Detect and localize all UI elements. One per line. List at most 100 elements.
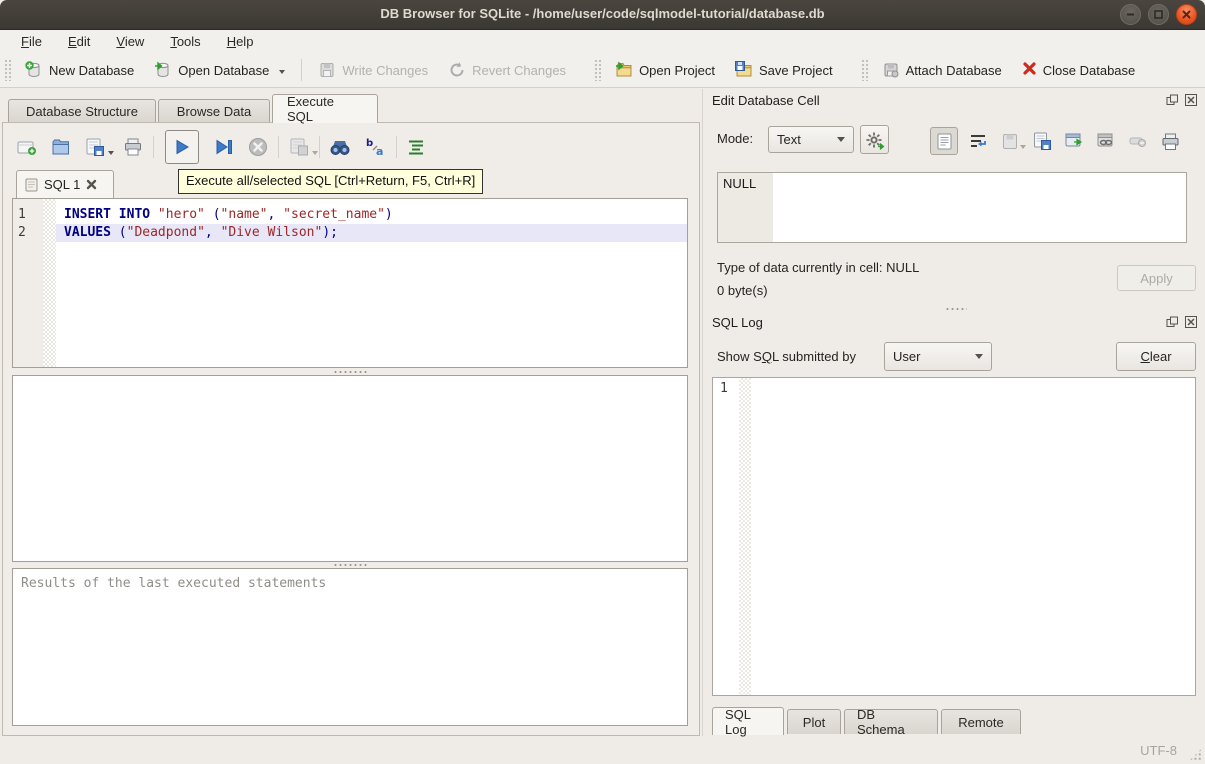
toolbar-grip[interactable] <box>594 59 601 81</box>
menu-view[interactable]: View <box>105 32 155 51</box>
gear-icon <box>866 131 884 149</box>
set-null-icon <box>1129 135 1147 147</box>
sql-log-view[interactable]: 1 <box>712 377 1196 696</box>
tab-plot[interactable]: Plot <box>787 709 841 734</box>
close-dock-icon[interactable] <box>1185 94 1197 106</box>
close-icon <box>1181 9 1192 20</box>
log-fold-margin <box>739 378 751 695</box>
print-cell-button[interactable] <box>1158 129 1182 153</box>
save-sql-dropdown-caret[interactable] <box>108 151 114 155</box>
chevron-down-icon <box>975 354 983 359</box>
revert-changes-button: Revert Changes <box>438 57 576 83</box>
apply-button: Apply <box>1117 265 1196 291</box>
menu-tools[interactable]: Tools <box>159 32 211 51</box>
close-dock-icon[interactable] <box>1185 316 1197 328</box>
new-database-button[interactable]: New Database <box>15 57 144 83</box>
save-sql-file-button[interactable] <box>82 134 108 160</box>
execute-current-line-button[interactable] <box>211 134 237 160</box>
tab-db-schema[interactable]: DB Schema <box>844 709 938 734</box>
minimize-icon <box>1125 9 1136 20</box>
set-null-button <box>1126 129 1150 153</box>
clear-log-button[interactable]: Clear <box>1116 342 1196 371</box>
import-cell-data-button <box>998 129 1022 153</box>
import-file-icon <box>1002 133 1018 150</box>
code-line-2: VALUES ("Deadpond", "Dive Wilson"); <box>56 224 687 242</box>
find-replace-button[interactable]: ba <box>363 134 389 160</box>
dock-splitter-handle[interactable] <box>706 306 1205 312</box>
sql-editor[interactable]: 1 2 INSERT INTO "hero" ("name", "secret_… <box>12 198 688 368</box>
export-cell-data-button[interactable] <box>1030 129 1054 153</box>
line-number-gutter: 1 2 <box>13 199 43 367</box>
panel-divider[interactable] <box>702 89 703 736</box>
open-database-dropdown-caret[interactable] <box>279 70 285 74</box>
menu-file[interactable]: File <box>10 32 53 51</box>
word-wrap-icon <box>969 133 987 149</box>
tab-database-structure[interactable]: Database Structure <box>8 99 156 123</box>
main-toolbar: New Database Open Database Write Changes… <box>0 53 1205 88</box>
cell-size-info: 0 byte(s) <box>717 283 768 298</box>
cell-type-info: Type of data currently in cell: NULL <box>717 260 919 275</box>
tab-execute-sql[interactable]: Execute SQL <box>272 94 378 123</box>
sql-tab-label: SQL 1 <box>44 177 80 192</box>
open-project-icon <box>615 61 633 79</box>
toolbar-grip[interactable] <box>4 59 11 81</box>
new-database-icon <box>25 61 43 79</box>
statusbar: UTF-8 <box>0 737 1205 764</box>
open-database-button[interactable]: Open Database <box>144 57 295 83</box>
write-changes-icon <box>318 61 336 79</box>
tab-browse-data[interactable]: Browse Data <box>158 99 270 123</box>
cell-value: NULL <box>723 176 756 191</box>
save-project-icon <box>735 61 753 79</box>
sql-document-tab[interactable]: SQL 1 <box>16 170 114 198</box>
attach-database-button[interactable]: Attach Database <box>872 57 1012 83</box>
close-sql-tab-icon[interactable] <box>86 179 97 190</box>
tab-sql-log[interactable]: SQL Log <box>712 707 784 735</box>
close-database-button[interactable]: Close Database <box>1012 57 1146 83</box>
encoding-indicator[interactable]: UTF-8 <box>1140 743 1177 758</box>
execute-sql-button[interactable] <box>165 130 199 164</box>
close-database-icon <box>1022 61 1037 79</box>
save-project-button[interactable]: Save Project <box>725 57 843 83</box>
link-icon <box>1097 133 1116 149</box>
resize-grip[interactable] <box>1189 748 1202 761</box>
titlebar[interactable]: DB Browser for SQLite - /home/user/code/… <box>0 0 1205 30</box>
close-button[interactable] <box>1176 4 1197 25</box>
tab-remote[interactable]: Remote <box>941 709 1021 734</box>
open-project-button[interactable]: Open Project <box>605 57 725 83</box>
log-filter-combobox[interactable]: User <box>884 342 992 371</box>
minimize-button[interactable] <box>1120 4 1141 25</box>
float-dock-icon[interactable] <box>1166 316 1179 328</box>
word-wrap-button[interactable] <box>966 129 990 153</box>
import-dropdown-caret <box>1020 145 1026 149</box>
auto-switch-mode-button[interactable] <box>860 125 889 154</box>
code-area[interactable]: INSERT INTO "hero" ("name", "secret_name… <box>56 199 687 367</box>
maximize-button[interactable] <box>1148 4 1169 25</box>
cell-editor-gutter: NULL <box>718 173 773 242</box>
text-mode-button[interactable] <box>930 127 958 155</box>
execute-tooltip: Execute all/selected SQL [Ctrl+Return, F… <box>178 169 483 194</box>
format-sql-button[interactable] <box>404 134 430 160</box>
print-sql-button[interactable] <box>120 134 146 160</box>
open-sql-file-button[interactable] <box>48 134 74 160</box>
open-in-external-button[interactable] <box>1062 129 1086 153</box>
results-message-pane[interactable]: Results of the last executed statements <box>12 568 688 726</box>
cell-editor-toolbar <box>930 127 1182 155</box>
stop-execution-button <box>245 134 271 160</box>
toolbar-grip[interactable] <box>861 59 868 81</box>
code-line-1: INSERT INTO "hero" ("name", "secret_name… <box>56 206 687 224</box>
copy-link-button[interactable] <box>1094 129 1118 153</box>
mode-combobox[interactable]: Text <box>768 126 854 153</box>
sql-document-icon <box>25 178 38 192</box>
new-sql-tab-button[interactable] <box>14 134 40 160</box>
float-dock-icon[interactable] <box>1166 94 1179 106</box>
app-window: DB Browser for SQLite - /home/user/code/… <box>0 0 1205 764</box>
menu-help[interactable]: Help <box>216 32 265 51</box>
find-button[interactable] <box>327 134 353 160</box>
results-grid-pane[interactable] <box>12 375 688 562</box>
menu-edit[interactable]: Edit <box>57 32 101 51</box>
save-results-dropdown-caret <box>312 151 318 155</box>
write-changes-button: Write Changes <box>308 57 438 83</box>
log-line-number: 1 <box>720 381 728 396</box>
cell-editor[interactable]: NULL <box>717 172 1187 243</box>
mode-label: Mode: <box>717 131 753 146</box>
